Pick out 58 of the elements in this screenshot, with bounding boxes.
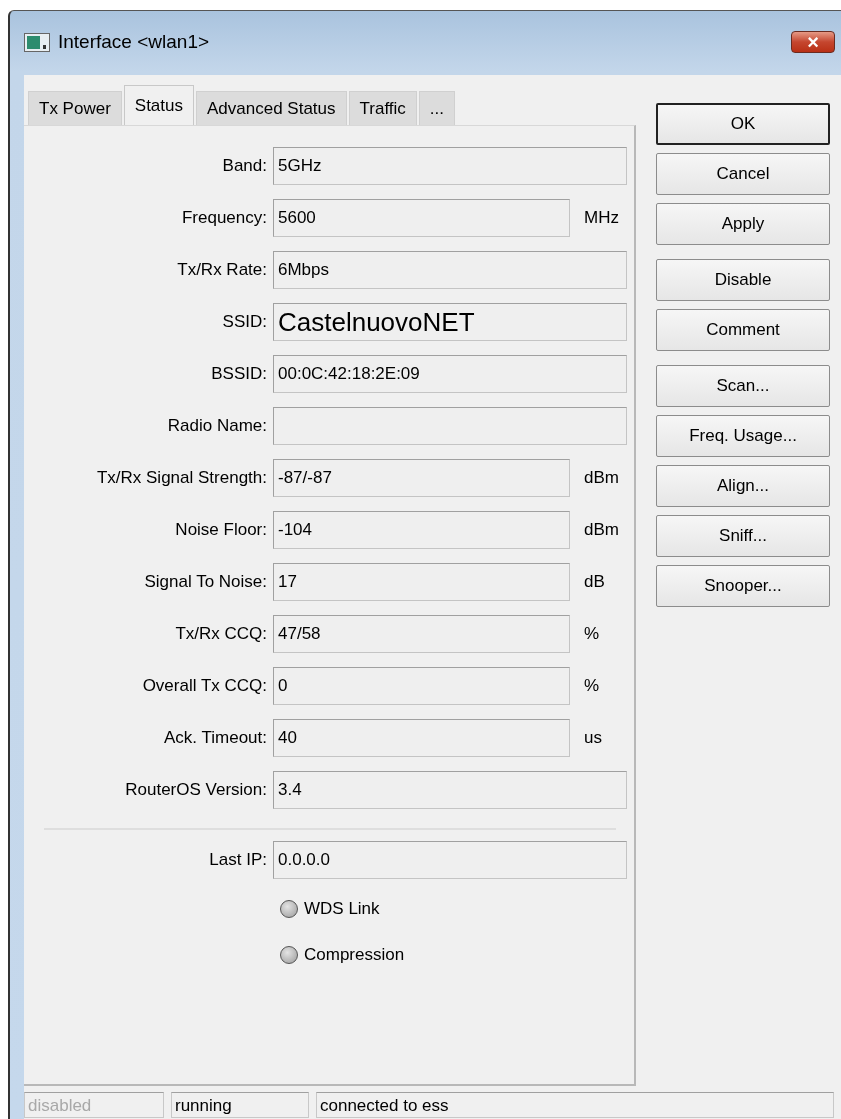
tab[interactable]: Tx Power: [28, 91, 122, 125]
field-label: RouterOS Version:: [125, 780, 267, 800]
dialog-button[interactable]: Align...: [656, 465, 830, 507]
dialog-button[interactable]: Sniff...: [656, 515, 830, 557]
read-only-field[interactable]: 17: [273, 563, 570, 601]
unit-label: dBm: [583, 520, 620, 540]
indicator-label: WDS Link: [304, 899, 380, 919]
status-text: running: [171, 1092, 309, 1118]
tab[interactable]: Advanced Status: [196, 91, 347, 125]
unit-label: %: [583, 676, 601, 696]
read-only-field[interactable]: -104: [273, 511, 570, 549]
field-label: Tx/Rx CCQ:: [175, 624, 267, 644]
field-label: BSSID:: [211, 364, 267, 384]
tab[interactable]: Traffic: [348, 91, 417, 125]
read-only-field[interactable]: 00:0C:42:18:2E:09: [273, 355, 627, 393]
dialog-button[interactable]: Cancel: [656, 153, 830, 195]
dialog-button[interactable]: Freq. Usage...: [656, 415, 830, 457]
unit-label: us: [583, 728, 603, 748]
field-label: Signal To Noise:: [144, 572, 267, 592]
unit-label: %: [583, 624, 601, 644]
unit-label: MHz: [583, 208, 620, 228]
read-only-field[interactable]: CastelnuovoNET: [273, 303, 627, 341]
read-only-field[interactable]: -87/-87: [273, 459, 570, 497]
tab[interactable]: Status: [123, 85, 194, 125]
read-only-field[interactable]: 47/58: [273, 615, 570, 653]
unit-label: dB: [583, 572, 606, 592]
read-only-field[interactable]: 3.4: [273, 771, 627, 809]
field-label: Frequency:: [181, 208, 267, 228]
field-label: Overall Tx CCQ:: [142, 676, 267, 696]
status-text: connected to ess: [316, 1092, 834, 1118]
field-label: Radio Name:: [167, 416, 267, 436]
read-only-field[interactable]: 5GHz: [273, 147, 627, 185]
field-label: Last IP:: [209, 850, 267, 870]
close-button[interactable]: ×: [791, 31, 835, 53]
dialog-button[interactable]: Disable: [656, 259, 830, 301]
dialog-button[interactable]: OK: [656, 103, 830, 145]
field-label: Band:: [222, 156, 267, 176]
read-only-field[interactable]: 6Mbps: [273, 251, 627, 289]
read-only-field[interactable]: 0.0.0.0: [273, 841, 627, 879]
field-label: Tx/Rx Signal Strength:: [96, 468, 267, 488]
dialog-button[interactable]: Scan...: [656, 365, 830, 407]
indicator-label: Compression: [304, 945, 405, 965]
dialog-button[interactable]: Apply: [656, 203, 830, 245]
window-icon: [24, 32, 50, 52]
field-label: Ack. Timeout:: [164, 728, 267, 748]
read-only-field[interactable]: 5600: [273, 199, 570, 237]
window-title: Interface <wlan1>: [58, 31, 210, 53]
field-label: Tx/Rx Rate:: [177, 260, 267, 280]
field-label: Noise Floor:: [175, 520, 267, 540]
tab[interactable]: ...: [418, 91, 455, 125]
read-only-field[interactable]: 40: [273, 719, 570, 757]
dialog-button[interactable]: Snooper...: [656, 565, 830, 607]
field-label: SSID:: [222, 312, 267, 332]
unit-label: dBm: [583, 468, 620, 488]
read-only-field[interactable]: 0: [273, 667, 570, 705]
read-only-field[interactable]: [273, 407, 627, 445]
status-text: disabled: [24, 1092, 164, 1118]
dialog-button[interactable]: Comment: [656, 309, 830, 351]
